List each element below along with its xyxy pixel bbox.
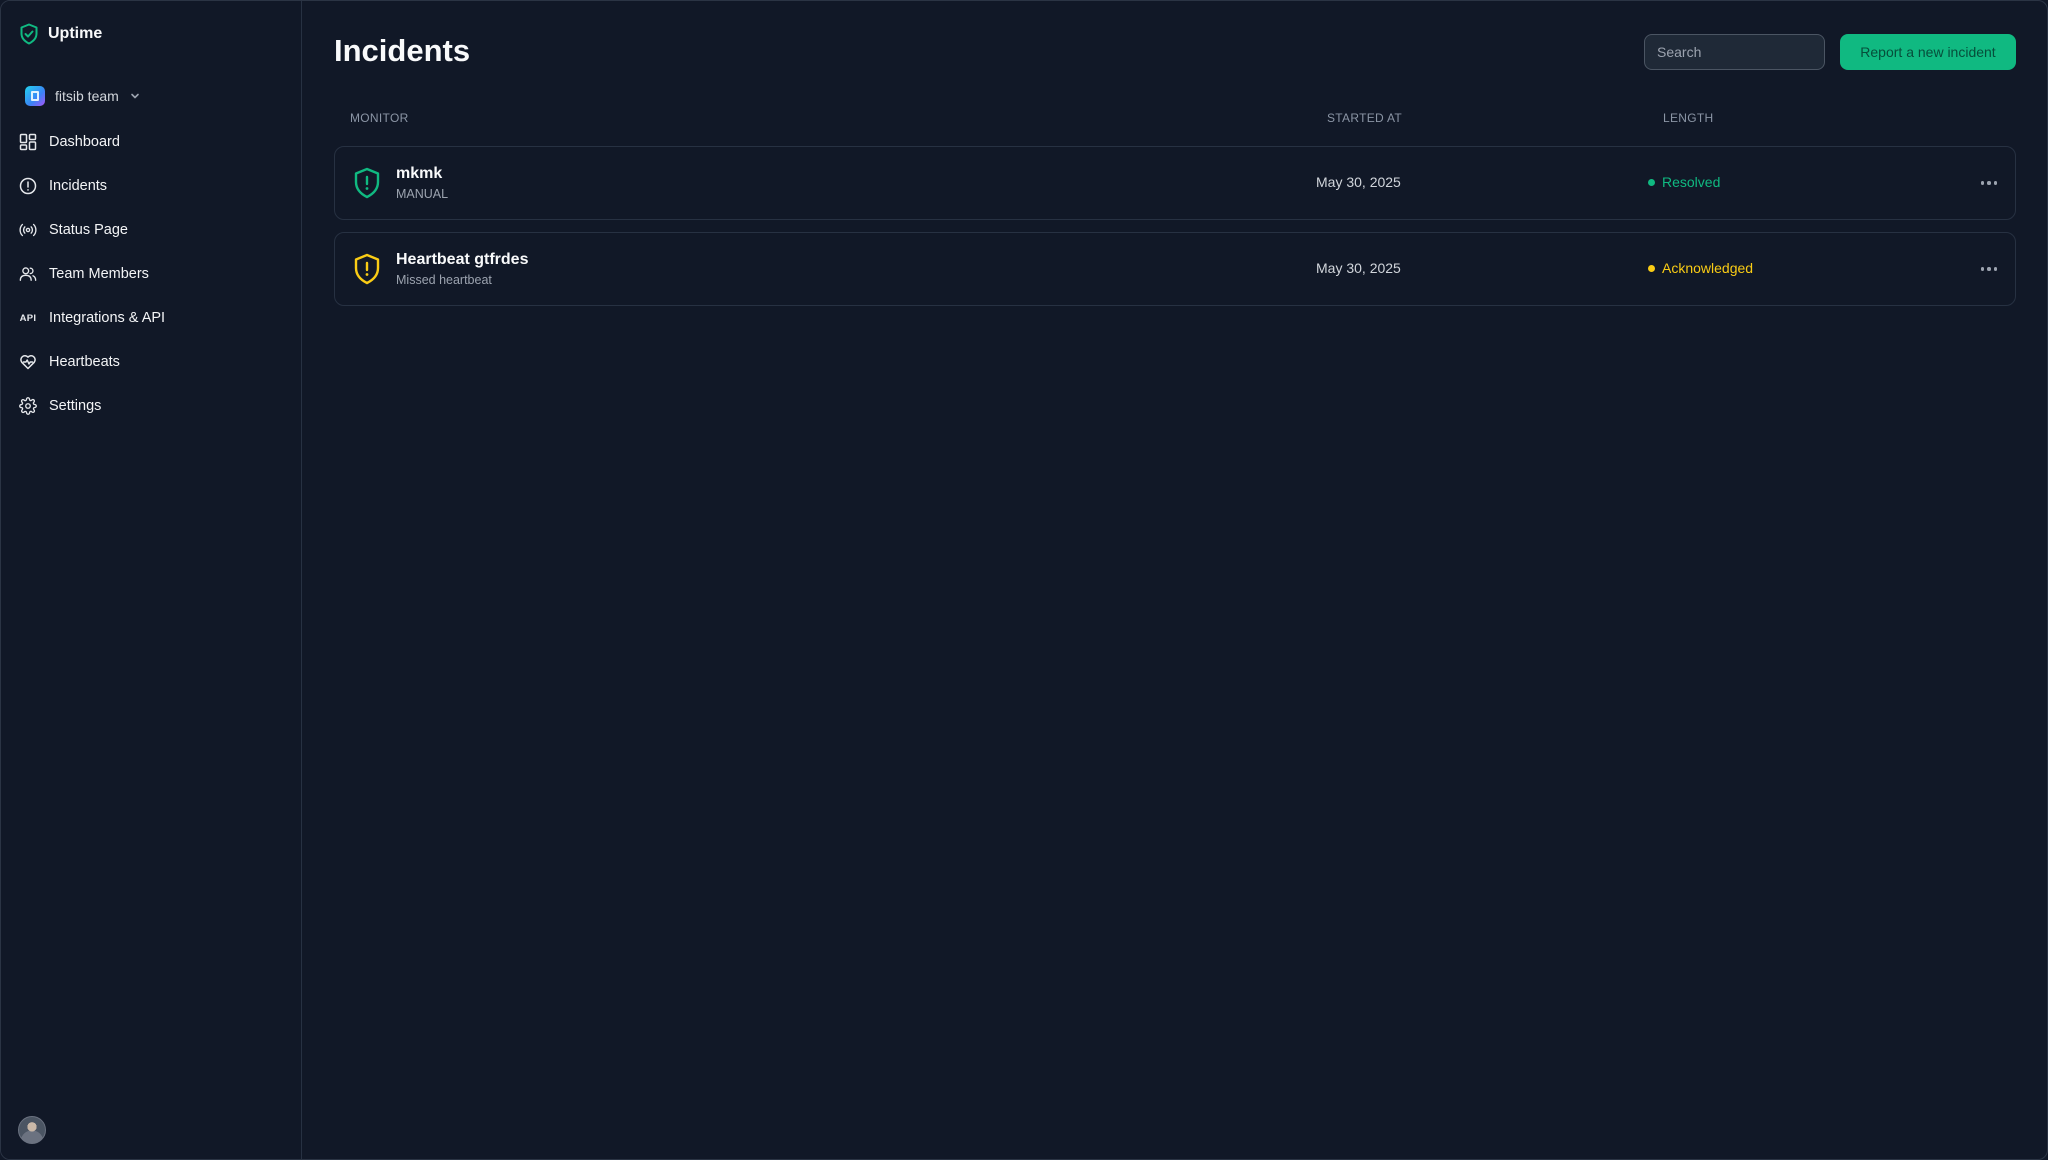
shield-check-icon	[20, 23, 38, 45]
app-window: Uptime fitsib team Dashboard Incidents S…	[0, 0, 2048, 1160]
sidebar: Uptime fitsib team Dashboard Incidents S…	[1, 1, 302, 1159]
shield-alert-icon	[354, 253, 380, 285]
incident-subtitle: Missed heartbeat	[396, 273, 492, 287]
shield-alert-icon	[354, 167, 380, 199]
sidebar-item-status-page[interactable]: Status Page	[17, 208, 287, 252]
api-icon: API	[19, 309, 37, 327]
status-badge: Resolved	[1648, 174, 1720, 190]
sidebar-item-label: Status Page	[49, 222, 128, 238]
page-title: Incidents	[334, 33, 471, 68]
sidebar-item-label: Settings	[49, 398, 102, 414]
sidebar-item-incidents[interactable]: Incidents	[17, 164, 287, 208]
sidebar-item-integrations[interactable]: API Integrations & API	[17, 296, 287, 340]
sidebar-item-label: Team Members	[49, 266, 149, 282]
status-dot	[1648, 178, 1655, 186]
gear-icon	[19, 397, 37, 415]
dashboard-icon	[19, 133, 37, 151]
heartbeat-icon	[19, 353, 37, 371]
sidebar-item-label: Integrations & API	[49, 310, 166, 326]
sidebar-item-label: Incidents	[49, 178, 108, 194]
users-icon	[19, 265, 37, 283]
user-avatar[interactable]	[18, 1116, 46, 1144]
status-label: Acknowledged	[1662, 260, 1754, 276]
column-header-started-at: STARTED AT	[1327, 111, 1403, 125]
team-name: fitsib team	[55, 88, 119, 104]
alert-circle-icon	[19, 177, 37, 195]
more-options-icon[interactable]	[1978, 259, 2000, 279]
incident-row[interactable]: mkmk MANUAL May 30, 2025 Resolved	[334, 146, 2016, 220]
search-input[interactable]	[1644, 34, 1825, 70]
brand-name: Uptime	[48, 25, 103, 42]
status-badge: Acknowledged	[1648, 260, 1753, 276]
incident-started-at: May 30, 2025	[1316, 260, 1401, 276]
sidebar-item-heartbeats[interactable]: Heartbeats	[17, 340, 287, 384]
team-switcher[interactable]: fitsib team	[25, 85, 141, 107]
main-content: Incidents Report a new incident MONITOR …	[303, 1, 2047, 1159]
sidebar-item-label: Heartbeats	[49, 354, 120, 370]
api-glyph: API	[19, 312, 37, 324]
sidebar-item-team-members[interactable]: Team Members	[17, 252, 287, 296]
incident-title: mkmk	[396, 165, 443, 182]
more-options-icon[interactable]	[1978, 173, 2000, 193]
incident-row[interactable]: Heartbeat gtfrdes Missed heartbeat May 3…	[334, 232, 2016, 306]
column-header-monitor: MONITOR	[350, 111, 409, 125]
sidebar-item-settings[interactable]: Settings	[17, 384, 287, 428]
status-label: Resolved	[1662, 174, 1721, 190]
incident-title: Heartbeat gtfrdes	[396, 251, 529, 268]
column-header-length: LENGTH	[1663, 111, 1714, 125]
sidebar-nav: Dashboard Incidents Status Page Team Mem…	[17, 120, 287, 428]
broadcast-icon	[19, 221, 37, 239]
brand[interactable]: Uptime	[19, 21, 102, 47]
incident-subtitle: MANUAL	[396, 187, 449, 201]
report-incident-button[interactable]: Report a new incident	[1840, 34, 2016, 70]
chevron-down-icon	[131, 93, 139, 99]
team-avatar	[25, 86, 45, 106]
sidebar-item-dashboard[interactable]: Dashboard	[17, 120, 287, 164]
incident-started-at: May 30, 2025	[1316, 174, 1401, 190]
status-dot	[1648, 264, 1655, 272]
sidebar-item-label: Dashboard	[49, 134, 120, 150]
